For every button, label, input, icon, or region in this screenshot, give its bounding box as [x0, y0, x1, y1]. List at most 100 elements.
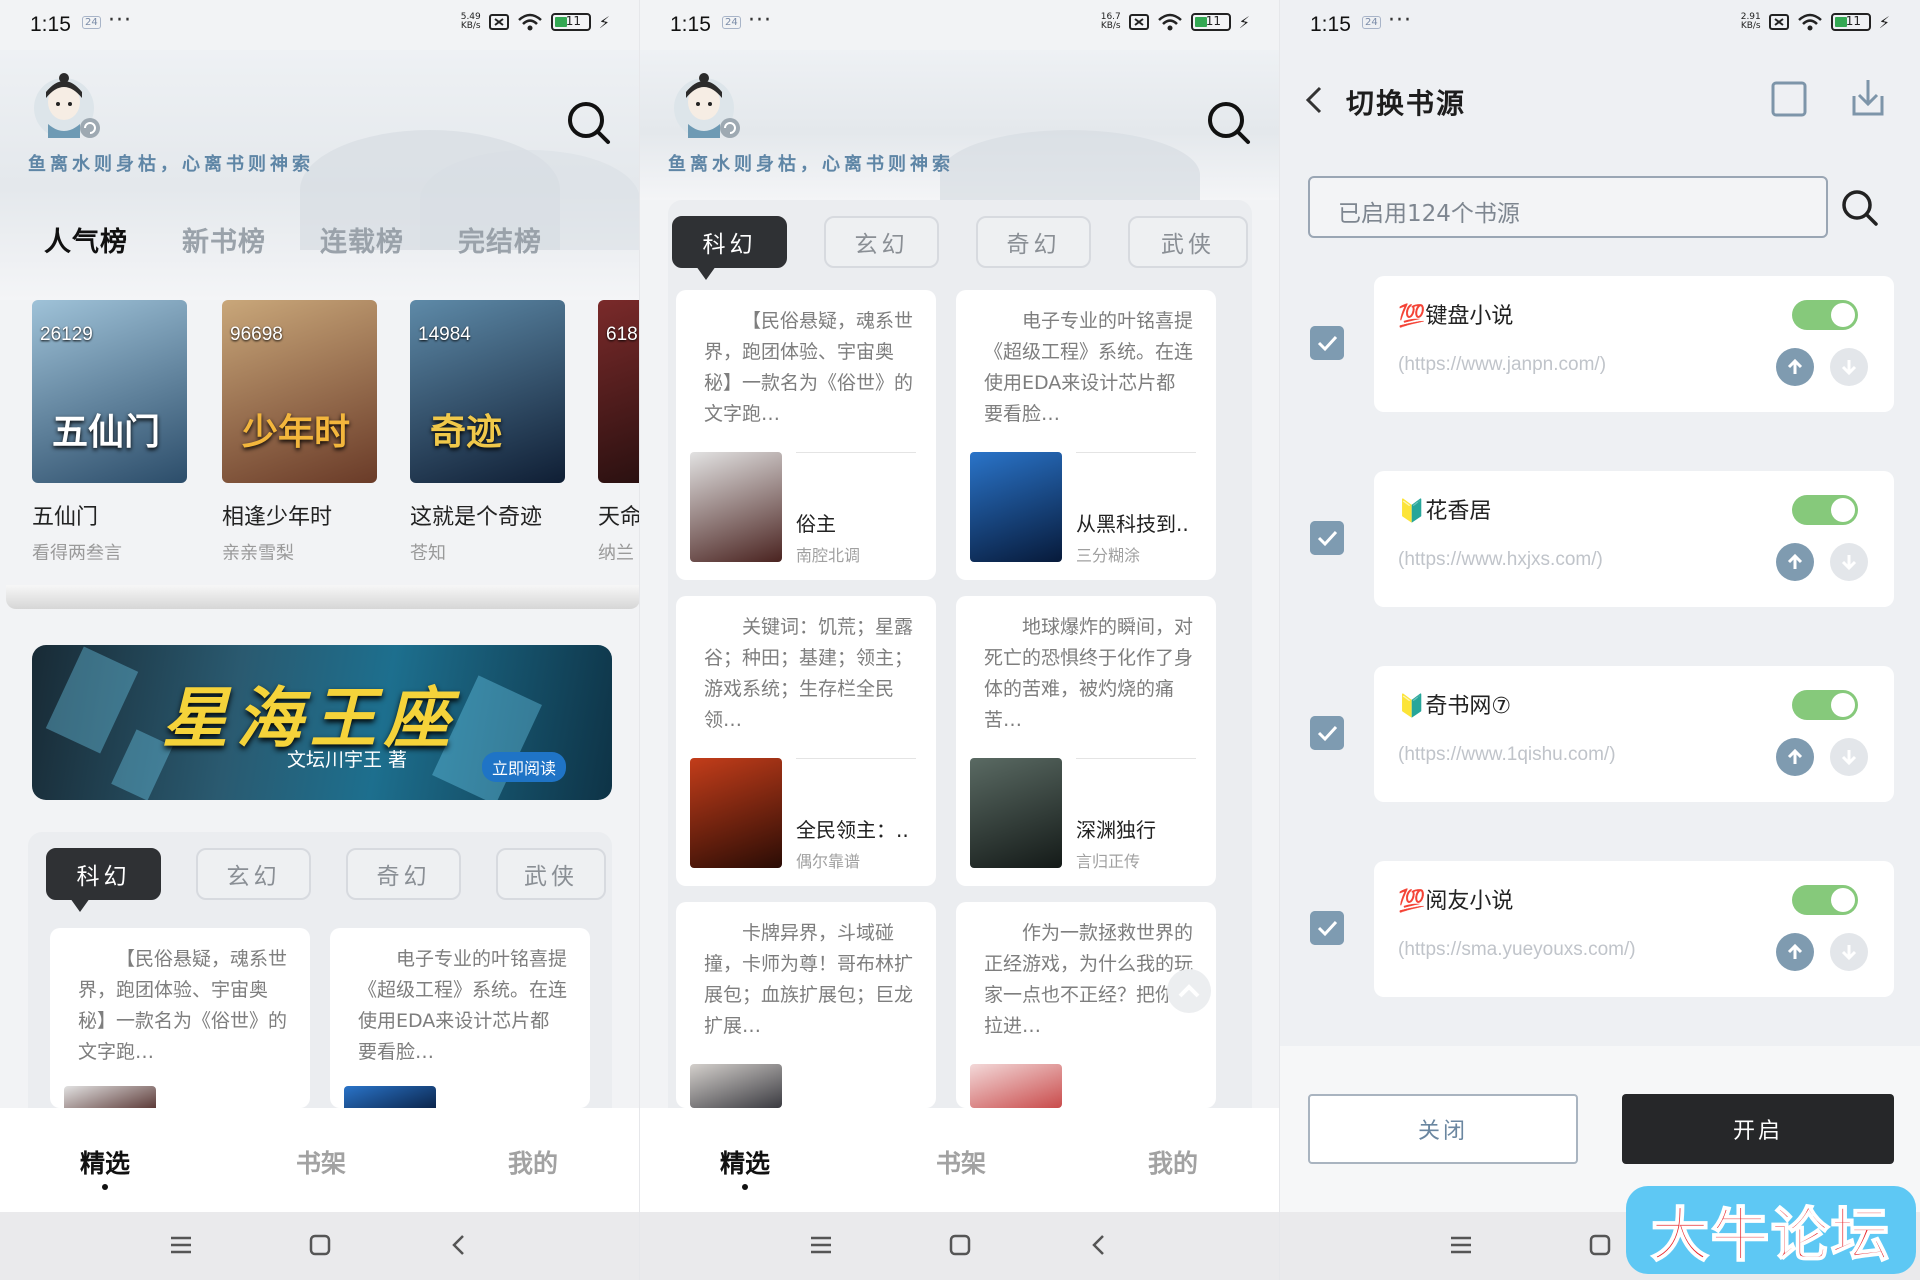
move-down-icon[interactable] — [1830, 543, 1868, 581]
source-card[interactable]: 🔰奇书网⑦ (https://www.1qishu.com/) — [1374, 666, 1894, 802]
book-author: 南腔北调 — [796, 546, 861, 565]
book-author: 偶尔靠谱 — [796, 852, 861, 871]
book-title: 俗主 — [796, 512, 836, 536]
source-toggle[interactable] — [1792, 300, 1858, 330]
select-all-checkbox-icon[interactable] — [1770, 80, 1808, 118]
move-up-icon[interactable] — [1776, 543, 1814, 581]
book-item[interactable]: 96698 少年时 相逢少年时 亲亲雪梨 — [222, 300, 377, 560]
book-item[interactable]: 14984 奇迹 这就是个奇迹 苍知 — [410, 300, 565, 560]
book-title: 这就是个奇迹 — [410, 505, 543, 530]
tab-finished[interactable]: 完结榜 — [458, 220, 542, 259]
source-toggle[interactable] — [1792, 690, 1858, 720]
category-chip-xuanhuan[interactable]: 玄幻 — [196, 848, 311, 900]
book-card[interactable]: 电子专业的叶铭喜提《超级工程》系统。在连使用EDA来设计芯片都要看脸… — [330, 928, 590, 1116]
tab-mine[interactable]: 我的 — [1148, 1144, 1198, 1180]
book-author: 苍知 — [410, 543, 446, 560]
back-arrow-icon[interactable] — [1302, 84, 1328, 116]
source-card[interactable]: 💯阅友小说 (https://sma.yueyouxs.com/) — [1374, 861, 1894, 997]
status-bar: 1:15 24 ··· 5.49 KB/s 11 ⚡ — [0, 0, 640, 50]
import-icon[interactable] — [1846, 76, 1890, 120]
tab-new[interactable]: 新书榜 — [182, 220, 266, 259]
system-nav-bar — [640, 1212, 1280, 1280]
category-chip-scifi[interactable]: 科幻 — [46, 848, 161, 912]
book-cover[interactable]: 26129 五仙门 — [32, 300, 187, 483]
category-section: 科幻 玄幻 奇幻 武侠 【民俗悬疑，魂系世界，跑团体验、宇宙奥秘】一款名为《俗世… — [28, 832, 612, 1116]
menu-icon[interactable] — [168, 1232, 194, 1258]
menu-icon[interactable] — [808, 1232, 834, 1258]
book-card[interactable]: 电子专业的叶铭喜提《超级工程》系统。在连使用EDA来设计芯片都要看脸… 从黑科技… — [956, 290, 1216, 580]
tab-bookshelf[interactable]: 书架 — [296, 1144, 346, 1180]
book-author: 三分糊涂 — [1076, 546, 1141, 565]
search-icon[interactable] — [1204, 98, 1252, 146]
category-chip-fantasy[interactable]: 奇幻 — [976, 216, 1091, 268]
book-card[interactable]: 【民俗悬疑，魂系世界，跑团体验、宇宙奥秘】一款名为《俗世》的文字跑… — [50, 928, 310, 1116]
scroll-top-icon[interactable] — [1166, 968, 1212, 1014]
status-bar: 1:15 24 ··· 16.7 KB/s 11 ⚡ — [640, 0, 1280, 50]
user-avatar[interactable] — [668, 68, 746, 146]
move-up-icon[interactable] — [1776, 348, 1814, 386]
book-cover[interactable]: 96698 少年时 — [222, 300, 377, 483]
book-card[interactable]: 作为一款拯救世界的正经游戏，为什么我的玩家一点也不正经？把你们拉进… — [956, 902, 1216, 1108]
ranking-tabs: 人气榜 新书榜 连载榜 完结榜 — [44, 220, 542, 259]
divider-shadow — [6, 585, 640, 609]
slogan-text: 鱼离水则身枯，心离书则神索 — [28, 154, 314, 175]
menu-icon[interactable] — [1448, 1232, 1474, 1258]
move-down-icon[interactable] — [1830, 738, 1868, 776]
home-icon[interactable] — [307, 1232, 333, 1258]
book-card[interactable]: 【民俗悬疑，魂系世界，跑团体验、宇宙奥秘】一款名为《俗世》的文字跑… 俗主 南腔… — [676, 290, 936, 580]
charging-icon: ⚡ — [1238, 12, 1250, 32]
source-checkbox[interactable] — [1310, 716, 1344, 750]
back-icon[interactable] — [1086, 1232, 1112, 1258]
source-search-input[interactable]: 已启用124个书源 — [1308, 176, 1828, 238]
source-checkbox[interactable] — [1310, 326, 1344, 360]
back-icon[interactable] — [446, 1232, 472, 1258]
search-icon[interactable] — [564, 98, 612, 146]
move-down-icon[interactable] — [1830, 933, 1868, 971]
notification-badge: 24 — [82, 16, 101, 29]
move-down-icon[interactable] — [1830, 348, 1868, 386]
category-chip-fantasy[interactable]: 奇幻 — [346, 848, 461, 900]
tab-featured[interactable]: 精选 — [80, 1144, 130, 1190]
category-chip-xuanhuan[interactable]: 玄幻 — [824, 216, 939, 268]
home-icon[interactable] — [947, 1232, 973, 1258]
battery-icon: 11 — [550, 13, 591, 31]
enable-button[interactable]: 开启 — [1622, 1094, 1894, 1164]
tab-mine[interactable]: 我的 — [508, 1144, 558, 1180]
book-description: 电子专业的叶铭喜提《超级工程》系统。在连使用EDA来设计芯片都要看脸… — [984, 310, 1194, 425]
book-cover[interactable]: 14984 奇迹 — [410, 300, 565, 483]
promo-banner[interactable]: 星海王座 文坛川宇王 著 立即阅读 — [32, 645, 612, 800]
source-card[interactable]: 🔰花香居 (https://www.hxjxs.com/) — [1374, 471, 1894, 607]
book-card[interactable]: 关键词：饥荒；星露谷；种田；基建；领主；游戏系统；生存栏全民领… 全民领主：..… — [676, 596, 936, 886]
category-chip-wuxia[interactable]: 武侠 — [496, 848, 606, 900]
source-url: (https://www.1qishu.com/) — [1398, 744, 1616, 765]
home-icon[interactable] — [1587, 1232, 1613, 1258]
move-up-icon[interactable] — [1776, 933, 1814, 971]
bottom-tab-bar: 精选 书架 我的 — [0, 1108, 640, 1212]
card-divider — [1076, 758, 1196, 759]
book-cover[interactable]: 618 — [598, 300, 640, 483]
user-avatar[interactable] — [28, 68, 106, 146]
close-button[interactable]: 关闭 — [1308, 1094, 1578, 1164]
book-description: 电子专业的叶铭喜提《超级工程》系统。在连使用EDA来设计芯片都要看脸… — [358, 948, 568, 1063]
source-checkbox[interactable] — [1310, 911, 1344, 945]
source-name: 🔰花香居 — [1398, 499, 1492, 524]
read-now-button[interactable]: 立即阅读 — [481, 752, 566, 782]
move-up-icon[interactable] — [1776, 738, 1814, 776]
book-card[interactable]: 地球爆炸的瞬间，对死亡的恐惧终于化作了身体的苦难，被灼烧的痛苦… 深渊独行 言归… — [956, 596, 1216, 886]
tab-popular[interactable]: 人气榜 — [44, 220, 128, 259]
category-chip-wuxia[interactable]: 武侠 — [1128, 216, 1248, 268]
source-card[interactable]: 💯键盘小说 (https://www.janpn.com/) — [1374, 276, 1894, 412]
ranking-book-row: 26129 五仙门 五仙门 看得两叁言 96698 少年时 相逢少年时 亲亲雪梨… — [32, 300, 640, 560]
tab-serial[interactable]: 连载榜 — [320, 220, 404, 259]
book-item[interactable]: 26129 五仙门 五仙门 看得两叁言 — [32, 300, 187, 560]
book-card[interactable]: 卡牌异界，斗域碰撞，卡师为尊！哥布林扩展包；血族扩展包；巨龙扩展… — [676, 902, 936, 1108]
tab-featured[interactable]: 精选 — [720, 1144, 770, 1190]
category-chip-scifi[interactable]: 科幻 — [672, 216, 787, 280]
tab-bookshelf[interactable]: 书架 — [936, 1144, 986, 1180]
source-toggle[interactable] — [1792, 885, 1858, 915]
book-item[interactable]: 618 天命 纳兰 — [598, 300, 640, 560]
source-toggle[interactable] — [1792, 495, 1858, 525]
search-icon[interactable] — [1838, 186, 1880, 228]
source-checkbox[interactable] — [1310, 521, 1344, 555]
book-description: 地球爆炸的瞬间，对死亡的恐惧终于化作了身体的苦难，被灼烧的痛苦… — [984, 616, 1194, 731]
